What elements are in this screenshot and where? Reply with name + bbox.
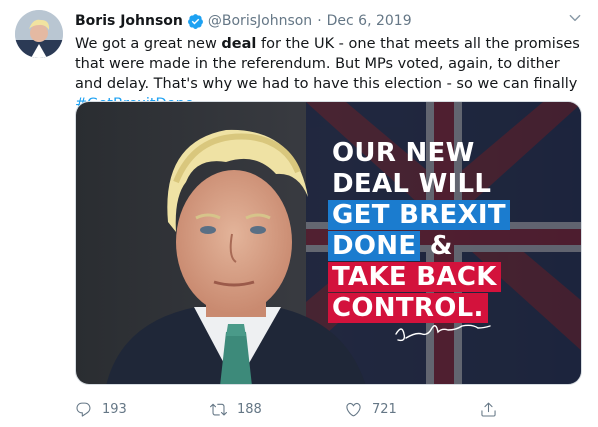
headline-blue-box: DONE (328, 231, 421, 261)
avatar[interactable] (15, 10, 63, 58)
like-icon (346, 402, 361, 416)
reply-count: 193 (102, 401, 127, 417)
headline-line: CONTROL. (328, 293, 510, 324)
like-button[interactable]: 721 (345, 401, 480, 418)
like-count: 721 (372, 401, 397, 417)
tweet-text-part: We got a great new (75, 36, 222, 52)
chevron-down-icon (569, 14, 581, 22)
retweet-button[interactable]: 188 (210, 401, 345, 418)
display-name[interactable]: Boris Johnson (75, 13, 183, 29)
headline-ampersand: & (420, 231, 453, 261)
headline-red-box: TAKE BACK (328, 262, 501, 292)
user-handle[interactable]: @BorisJohnson (208, 13, 312, 29)
tweet-image[interactable]: OUR NEW DEAL WILL GET BREXIT DONE & TAKE… (75, 101, 582, 385)
more-options-button[interactable] (566, 9, 584, 27)
retweet-icon (210, 403, 227, 415)
tweet-header: Boris Johnson @BorisJohnson · Dec 6, 201… (75, 11, 578, 31)
headline-line: OUR NEW (332, 138, 475, 168)
poster-headline: OUR NEW DEAL WILL GET BREXIT DONE & TAKE… (328, 138, 510, 324)
reply-icon (76, 402, 91, 417)
tweet-text-bold: deal (221, 36, 257, 52)
avatar-image (15, 10, 63, 58)
share-icon (481, 402, 496, 417)
header-separator: · (317, 13, 322, 29)
headline-line: GET BREXIT (328, 200, 510, 231)
retweet-count: 188 (237, 401, 262, 417)
verified-badge-icon (187, 13, 204, 30)
headline-red-box: CONTROL. (328, 293, 488, 323)
reply-button[interactable]: 193 (75, 401, 210, 418)
headline-blue-box: GET BREXIT (328, 200, 510, 230)
headline-line: DEAL WILL (332, 169, 492, 199)
share-button[interactable] (480, 401, 497, 418)
headline-line: TAKE BACK (328, 262, 510, 293)
tweet-actions: 193 188 721 (75, 397, 515, 421)
tweet-date[interactable]: Dec 6, 2019 (327, 13, 412, 29)
headline-line: DONE & (328, 231, 510, 262)
